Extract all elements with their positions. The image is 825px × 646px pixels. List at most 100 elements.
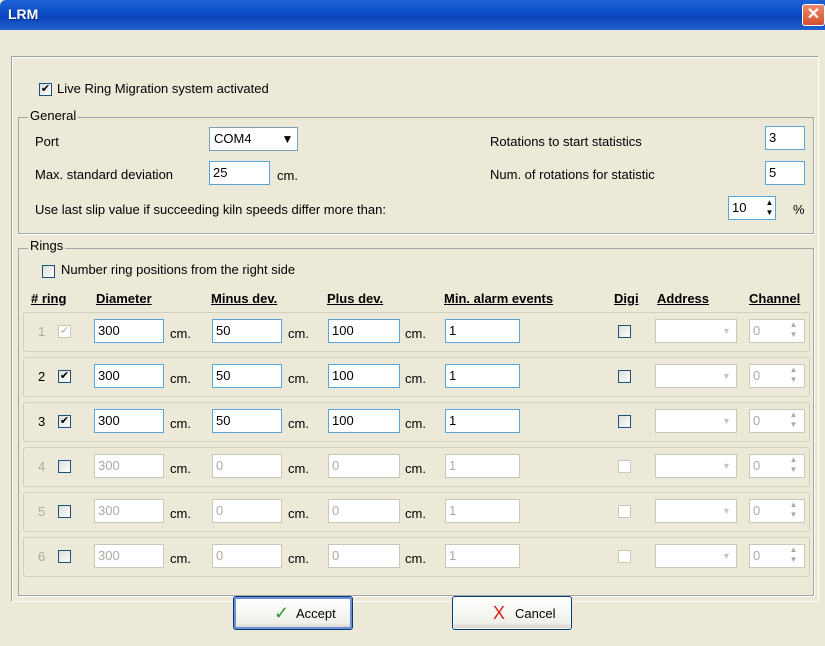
diameter-input[interactable]: 300 — [94, 454, 164, 478]
channel-spinner[interactable]: ▲ ▼ — [786, 500, 801, 522]
max-std-input[interactable]: 25 — [209, 161, 270, 185]
ring-active-checkbox[interactable] — [58, 550, 71, 563]
checkmark-icon: ✓ — [274, 603, 290, 623]
plus-dev-input[interactable]: 0 — [328, 499, 400, 523]
col-minus-header: Minus dev. — [211, 291, 278, 306]
diameter-input[interactable]: 300 — [94, 409, 164, 433]
plus-dev-input[interactable]: 100 — [328, 319, 400, 343]
spin-up-icon[interactable]: ▲ — [786, 320, 801, 330]
spin-down-icon[interactable]: ▼ — [786, 555, 801, 565]
ring-active-checkbox[interactable]: ✔ — [58, 415, 71, 428]
chevron-down-icon[interactable]: ▼ — [718, 501, 735, 521]
min-alarm-input[interactable]: 1 — [445, 499, 520, 523]
minus-dev-unit: cm. — [288, 371, 309, 386]
ring-number: 4 — [38, 459, 46, 474]
accept-button[interactable]: ✓ Accept — [233, 596, 353, 630]
dialog-client: ✔ Live Ring Migration system activated G… — [0, 30, 825, 646]
title-bar[interactable]: LRM ✕ — [0, 0, 825, 30]
plus-dev-input[interactable]: 0 — [328, 454, 400, 478]
address-select[interactable]: ▼ — [655, 454, 737, 478]
diameter-input[interactable]: 300 — [94, 319, 164, 343]
chevron-down-icon[interactable]: ▼ — [718, 456, 735, 476]
port-select[interactable]: COM4 ▼ — [209, 127, 298, 151]
minus-dev-unit: cm. — [288, 461, 309, 476]
digi-checkbox[interactable] — [618, 505, 631, 518]
min-alarm-input[interactable]: 1 — [445, 364, 520, 388]
spin-down-icon[interactable]: ▼ — [786, 375, 801, 385]
channel-spinner[interactable]: ▲ ▼ — [786, 455, 801, 477]
min-alarm-input[interactable]: 1 — [445, 544, 520, 568]
rot-start-input[interactable]: 3 — [765, 126, 805, 150]
num-rot-input[interactable]: 5 — [765, 161, 805, 185]
address-select[interactable]: ▼ — [655, 499, 737, 523]
diameter-unit: cm. — [170, 326, 191, 341]
plus-dev-input[interactable]: 100 — [328, 364, 400, 388]
channel-spinner[interactable]: ▲ ▼ — [786, 320, 801, 342]
spin-up-icon[interactable]: ▲ — [762, 198, 777, 208]
channel-spinner[interactable]: ▲ ▼ — [786, 365, 801, 387]
activation-checkbox[interactable]: ✔ — [39, 83, 52, 96]
spin-up-icon[interactable]: ▲ — [786, 455, 801, 465]
plus-dev-unit: cm. — [405, 551, 426, 566]
cancel-button[interactable]: X Cancel — [452, 596, 572, 630]
spin-down-icon[interactable]: ▼ — [786, 465, 801, 475]
digi-checkbox[interactable] — [618, 415, 631, 428]
plus-dev-input[interactable]: 0 — [328, 544, 400, 568]
col-digi-header: Digi — [614, 291, 639, 306]
spin-up-icon[interactable]: ▲ — [786, 545, 801, 555]
col-channel-header: Channel — [749, 291, 801, 306]
chevron-down-icon[interactable]: ▼ — [718, 546, 735, 566]
digi-checkbox[interactable] — [618, 550, 631, 563]
chevron-down-icon[interactable]: ▼ — [718, 321, 735, 341]
minus-dev-input[interactable]: 50 — [212, 409, 282, 433]
minus-dev-input[interactable]: 50 — [212, 319, 282, 343]
ring-number: 6 — [38, 549, 46, 564]
spin-down-icon[interactable]: ▼ — [762, 208, 777, 218]
minus-dev-unit: cm. — [288, 506, 309, 521]
diameter-unit: cm. — [170, 416, 191, 431]
spin-up-icon[interactable]: ▲ — [786, 365, 801, 375]
spin-down-icon[interactable]: ▼ — [786, 510, 801, 520]
min-alarm-input[interactable]: 1 — [445, 409, 520, 433]
diameter-unit: cm. — [170, 461, 191, 476]
minus-dev-input[interactable]: 0 — [212, 454, 282, 478]
chevron-down-icon[interactable]: ▼ — [718, 366, 735, 386]
digi-checkbox[interactable] — [618, 325, 631, 338]
address-select[interactable]: ▼ — [655, 364, 737, 388]
plus-dev-input[interactable]: 100 — [328, 409, 400, 433]
channel-spinner[interactable]: ▲ ▼ — [786, 545, 801, 567]
spin-down-icon[interactable]: ▼ — [786, 330, 801, 340]
diameter-input[interactable]: 300 — [94, 544, 164, 568]
slip-label: Use last slip value if succeeding kiln s… — [35, 202, 386, 217]
window-title: LRM — [8, 6, 39, 22]
cancel-x-icon: X — [493, 603, 506, 623]
diameter-input[interactable]: 300 — [94, 364, 164, 388]
ring-active-checkbox[interactable]: ✔ — [58, 325, 71, 338]
address-select[interactable]: ▼ — [655, 544, 737, 568]
chevron-down-icon[interactable]: ▼ — [279, 129, 296, 149]
spin-up-icon[interactable]: ▲ — [786, 410, 801, 420]
digi-checkbox[interactable] — [618, 460, 631, 473]
diameter-unit: cm. — [170, 371, 191, 386]
number-from-right-checkbox[interactable] — [42, 265, 55, 278]
min-alarm-input[interactable]: 1 — [445, 454, 520, 478]
ring-active-checkbox[interactable]: ✔ — [58, 370, 71, 383]
ring-active-checkbox[interactable] — [58, 460, 71, 473]
plus-dev-unit: cm. — [405, 461, 426, 476]
address-select[interactable]: ▼ — [655, 409, 737, 433]
digi-checkbox[interactable] — [618, 370, 631, 383]
chevron-down-icon[interactable]: ▼ — [718, 411, 735, 431]
spin-up-icon[interactable]: ▲ — [786, 500, 801, 510]
slip-spinner[interactable]: ▲ ▼ — [762, 198, 777, 220]
close-button[interactable]: ✕ — [802, 4, 825, 26]
ring-active-checkbox[interactable] — [58, 505, 71, 518]
minus-dev-input[interactable]: 0 — [212, 499, 282, 523]
channel-spinner[interactable]: ▲ ▼ — [786, 410, 801, 432]
minus-dev-input[interactable]: 50 — [212, 364, 282, 388]
address-select[interactable]: ▼ — [655, 319, 737, 343]
minus-dev-unit: cm. — [288, 326, 309, 341]
spin-down-icon[interactable]: ▼ — [786, 420, 801, 430]
diameter-input[interactable]: 300 — [94, 499, 164, 523]
min-alarm-input[interactable]: 1 — [445, 319, 520, 343]
minus-dev-input[interactable]: 0 — [212, 544, 282, 568]
